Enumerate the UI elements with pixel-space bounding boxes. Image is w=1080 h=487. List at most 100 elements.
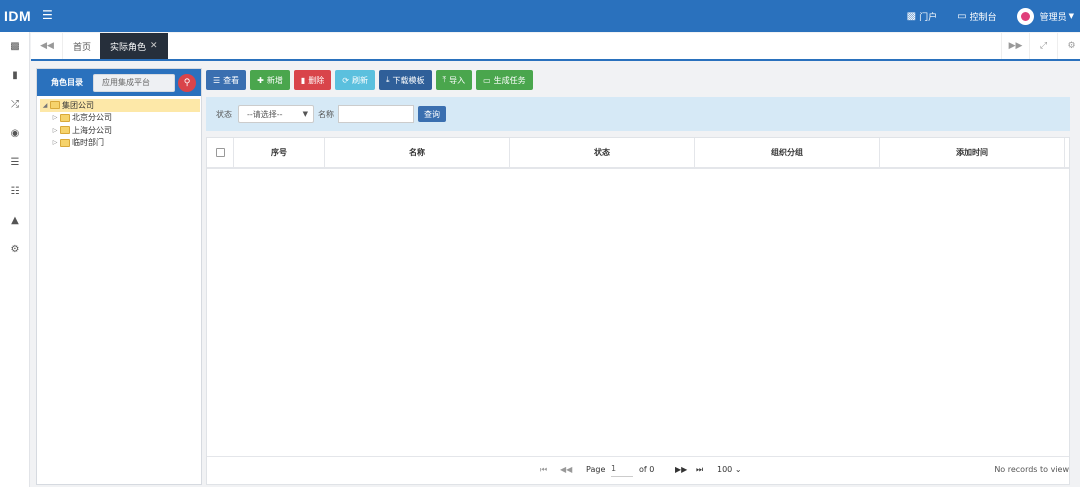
- delete-button[interactable]: ▮ 删除: [293, 70, 332, 90]
- generate-task-button[interactable]: ▭ 生成任务: [476, 70, 533, 90]
- collapsed-arrow-icon[interactable]: ▷: [50, 114, 60, 121]
- page-size-select[interactable]: 100 ⌄: [717, 465, 742, 474]
- hamburger-icon[interactable]: ☰: [42, 8, 53, 22]
- download-template-button[interactable]: ⤓ 下载模板: [378, 70, 432, 90]
- status-select-value: --请选择--: [247, 109, 283, 119]
- select-all-checkbox[interactable]: [215, 148, 225, 157]
- view-label: 查看: [223, 75, 240, 85]
- chevron-down-icon: ▼: [302, 110, 308, 118]
- console-label: 控制台: [969, 12, 997, 23]
- expanded-arrow-icon[interactable]: ◢: [40, 102, 50, 109]
- folder-icon: [60, 138, 70, 147]
- settings-icon[interactable]: ⚙: [1057, 33, 1080, 59]
- sitemap-icon[interactable]: ☷: [0, 177, 30, 206]
- tree-node-temp[interactable]: ▷ 临时部门: [37, 137, 201, 150]
- right-gutter: [1070, 62, 1080, 487]
- name-input[interactable]: [338, 105, 414, 123]
- page-count: of 0: [639, 465, 655, 474]
- list-icon[interactable]: ☰: [0, 148, 30, 177]
- org-tree: ◢ 集团公司 ▷ 北京分公司 ▷ 上海分公司 ▷ 临时部门: [37, 96, 201, 149]
- query-label: 查询: [424, 109, 440, 119]
- tree-node-label: 北京分公司: [72, 113, 112, 123]
- user-menu[interactable]: 管理员 ▼: [1016, 7, 1074, 25]
- page-number-input[interactable]: 1: [611, 464, 633, 477]
- select-all-cell: [207, 138, 234, 167]
- portal-icon: ▩: [906, 10, 917, 22]
- folder-icon: [60, 113, 70, 122]
- scroll-left-icon[interactable]: ◀◀: [33, 33, 61, 59]
- generate-label: 生成任务: [493, 75, 526, 85]
- refresh-button[interactable]: ⟳ 刷新: [335, 70, 375, 90]
- tree-node-label: 集团公司: [62, 100, 94, 110]
- first-page-icon[interactable]: ⏮: [540, 465, 547, 475]
- tree-node-beijing[interactable]: ▷ 北京分公司: [37, 112, 201, 125]
- role-tree-panel: 角色目录 ⚲ ◢ 集团公司 ▷ 北京分公司 ▷ 上海分公司 ▷ 临时部门: [36, 68, 202, 485]
- column-header[interactable]: 序号: [234, 138, 325, 167]
- collapsed-arrow-icon[interactable]: ▷: [50, 139, 60, 146]
- page-size-value: 100: [717, 465, 733, 474]
- download-label: 下载模板: [392, 75, 425, 85]
- tree-title: 角色目录: [51, 78, 83, 87]
- folder-icon: [60, 126, 70, 135]
- column-label: 添加时间: [956, 148, 988, 157]
- scroll-right-icon[interactable]: ▶▶: [1001, 33, 1029, 59]
- prev-page-icon[interactable]: ◀◀: [560, 465, 572, 474]
- tab-home-label: 首页: [73, 42, 92, 53]
- upload-icon: ⤒: [442, 75, 447, 84]
- tab-home[interactable]: 首页: [62, 33, 103, 59]
- book-icon[interactable]: ▮: [0, 61, 30, 90]
- add-button[interactable]: ✚ 新增: [250, 70, 290, 90]
- fullscreen-icon[interactable]: ⤢: [1029, 33, 1057, 59]
- column-label: 名称: [409, 148, 425, 157]
- tree-header: 角色目录 ⚲: [37, 69, 201, 96]
- next-page-icon[interactable]: ▶▶: [675, 465, 687, 474]
- records-status: No records to view: [994, 465, 1069, 474]
- tree-search-input[interactable]: [93, 73, 175, 92]
- top-right-actions: ▩ 门户 ▭ 控制台 管理员 ▼: [907, 0, 1080, 32]
- import-button[interactable]: ⤒ 导入: [435, 70, 473, 90]
- column-header[interactable]: 状态: [510, 138, 695, 167]
- refresh-label: 刷新: [351, 75, 368, 85]
- tree-node-shanghai[interactable]: ▷ 上海分公司: [37, 124, 201, 137]
- monitor-icon: ▭: [957, 10, 967, 22]
- column-header[interactable]: 添加时间: [880, 138, 1065, 167]
- close-icon[interactable]: ✕: [150, 41, 158, 51]
- import-label: 导入: [449, 75, 466, 85]
- search-icon[interactable]: ⚲: [178, 73, 196, 92]
- column-label: 序号: [271, 148, 287, 157]
- caret-down-icon: ▼: [1068, 12, 1074, 20]
- column-header[interactable]: 名称: [325, 138, 510, 167]
- user-name: 管理员: [1039, 12, 1067, 23]
- shuffle-icon[interactable]: ⤮: [0, 90, 30, 119]
- tree-node-group[interactable]: ◢ 集团公司: [40, 99, 200, 112]
- folder-open-icon: [50, 101, 60, 110]
- console-link[interactable]: ▭ 控制台: [957, 10, 996, 23]
- portal-label: 门户: [919, 12, 938, 23]
- trash-icon: ▮: [300, 75, 306, 85]
- app-logo: IDM: [4, 8, 32, 24]
- tab-active-label: 实际角色: [110, 42, 147, 53]
- last-page-icon[interactable]: ⏭: [696, 465, 703, 475]
- avatar: [1016, 7, 1034, 25]
- portal-link[interactable]: ▩ 门户: [907, 10, 937, 23]
- area-chart-icon[interactable]: ▲: [0, 206, 30, 235]
- tab-actual-role[interactable]: 实际角色 ✕: [100, 33, 168, 59]
- status-select[interactable]: --请选择-- ▼: [238, 105, 314, 123]
- refresh-icon: ⟳: [342, 75, 349, 85]
- id-card-icon[interactable]: ▩: [0, 32, 30, 61]
- query-button[interactable]: 查询: [418, 106, 446, 122]
- pager: ⏮ ◀◀ Page 1 of 0 ▶▶ ⏭ 100 ⌄ No records t…: [207, 456, 1069, 484]
- page-label: Page: [586, 465, 606, 474]
- view-button[interactable]: ☰ 查看: [206, 70, 247, 90]
- chevron-down-icon: ⌄: [734, 465, 742, 474]
- column-header[interactable]: 组织分组: [695, 138, 880, 167]
- action-toolbar: ☰ 查看 ✚ 新增 ▮ 删除 ⟳ 刷新 ⤓ 下载模板 ⤒ 导入 ▭ 生成任务: [206, 70, 537, 90]
- add-label: 新增: [266, 75, 283, 85]
- tabs-bar: ◀◀ 首页 实际角色 ✕ ▶▶ ⤢ ⚙: [31, 33, 1080, 61]
- column-label: 状态: [594, 148, 610, 157]
- side-nav: ▩ ▮ ⤮ ◉ ☰ ☷ ▲ ⚙: [0, 32, 30, 487]
- collapsed-arrow-icon[interactable]: ▷: [50, 127, 60, 134]
- tree-node-label: 上海分公司: [72, 125, 112, 135]
- gears-icon[interactable]: ⚙: [0, 235, 30, 264]
- eye-icon[interactable]: ◉: [0, 119, 30, 148]
